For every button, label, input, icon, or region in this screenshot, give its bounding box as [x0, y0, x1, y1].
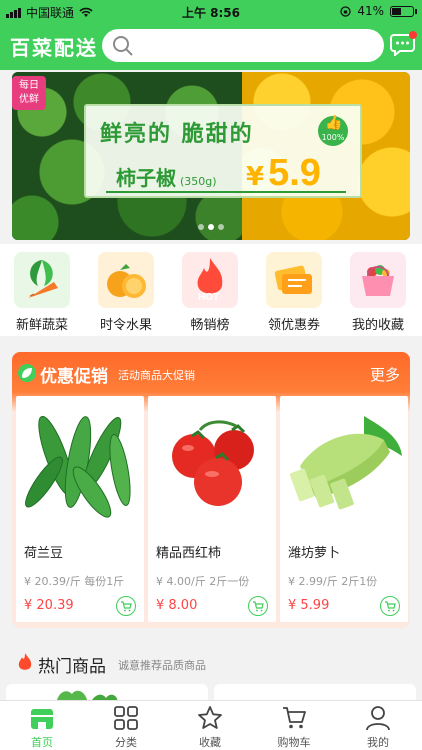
promotion-section: 优惠促销 活动商品大促销 更多 荷兰豆 ¥ 20.39/斤 每份1斤 ¥ 20.…	[12, 352, 410, 628]
product-card[interactable]: 潍坊萝卜 ¥ 2.99/斤 2斤1份 ¥ 5.99	[280, 396, 408, 622]
product-spec: ¥ 20.39/斤 每份1斤	[24, 575, 125, 588]
product-price: ¥ 5.99	[288, 598, 330, 613]
hot-goods-title: 热门商品	[38, 657, 106, 677]
radish-icon	[289, 416, 402, 510]
thumbs-up-icon: 100%	[318, 108, 348, 146]
tab-cart[interactable]: 购物车	[252, 704, 336, 750]
carousel-dot[interactable]	[208, 224, 214, 230]
promotion-subtitle: 活动商品大促销	[118, 369, 195, 382]
carousel-indicator[interactable]	[198, 224, 224, 230]
search-bar[interactable]	[102, 29, 384, 62]
promo-banner[interactable]: 每日 优鲜 鲜亮的 脆甜的 100% 柿子椒 (350g) ¥ 5.9	[12, 72, 410, 240]
product-price: ¥ 20.39	[24, 598, 74, 613]
tab-home[interactable]: 首页	[0, 704, 84, 750]
tab-label: 首页	[31, 736, 53, 749]
product-spec: ¥ 2.99/斤 2斤1份	[288, 575, 378, 588]
basket-icon	[350, 252, 406, 308]
rotation-lock-icon	[340, 5, 351, 17]
coupon-icon	[266, 252, 322, 308]
user-icon	[366, 706, 390, 731]
promotion-more-link[interactable]: 更多	[370, 364, 400, 385]
cart-icon	[283, 707, 306, 729]
cart-icon	[253, 601, 264, 612]
banner-product-weight: (350g)	[180, 175, 217, 188]
tab-label: 我的	[367, 736, 389, 749]
tab-category[interactable]: 分类	[84, 704, 168, 750]
tab-label: 购物车	[277, 736, 311, 749]
star-icon	[198, 706, 222, 729]
status-right: 41%	[340, 4, 417, 18]
home-icon	[31, 709, 53, 729]
bottom-tab-bar: 首页 分类 收藏 购物车 我的	[0, 700, 422, 750]
banner-price: ¥ 5.9	[246, 152, 321, 195]
product-card[interactable]: 荷兰豆 ¥ 20.39/斤 每份1斤 ¥ 20.39	[16, 396, 144, 622]
category-fruits[interactable]: 时令水果	[91, 252, 161, 333]
cart-icon	[121, 601, 132, 612]
tomato-icon	[172, 420, 254, 506]
category-vegetables[interactable]: 新鲜蔬菜	[7, 252, 77, 333]
category-grid-icon	[114, 706, 138, 730]
unread-dot	[409, 31, 417, 39]
status-bar: 中国联通 上午 8:56 41%	[0, 0, 422, 22]
banner-price-value: 5.9	[268, 152, 321, 194]
snow-pea-icon	[25, 415, 131, 518]
carousel-dot[interactable]	[218, 224, 224, 230]
category-label: 时令水果	[99, 318, 152, 333]
daily-fresh-tag-line1: 每日	[19, 80, 39, 91]
product-name: 潍坊萝卜	[288, 546, 341, 561]
hot-goods-subtitle: 诚意推荐品质商品	[118, 659, 206, 672]
product-name: 精品西红柿	[156, 546, 222, 561]
banner-board: 鲜亮的 脆甜的 100% 柿子椒 (350g) ¥ 5.9	[84, 104, 362, 198]
battery-percent: 41%	[357, 4, 384, 18]
daily-fresh-tag: 每日 优鲜	[12, 76, 46, 110]
message-button[interactable]	[390, 31, 417, 58]
quality-badge-text: 100%	[321, 133, 345, 142]
add-to-cart-button[interactable]	[380, 596, 400, 616]
add-to-cart-button[interactable]	[116, 596, 136, 616]
tab-favorites[interactable]: 收藏	[168, 704, 252, 750]
search-input[interactable]	[142, 34, 372, 56]
tab-label: 收藏	[199, 736, 221, 749]
category-label: 畅销榜	[190, 318, 230, 333]
vegetable-icon	[14, 252, 70, 308]
banner-underline	[106, 191, 346, 193]
app-logo: 百菜配送	[10, 36, 98, 60]
app-header: 百菜配送	[0, 22, 422, 70]
category-coupons[interactable]: 领优惠券	[259, 252, 329, 333]
daily-fresh-tag-line2: 优鲜	[19, 94, 39, 105]
carousel-dot[interactable]	[198, 224, 204, 230]
add-to-cart-button[interactable]	[248, 596, 268, 616]
flame-icon	[18, 653, 32, 670]
product-card[interactable]: 精品西红柿 ¥ 4.00/斤 2斤一份 ¥ 8.00	[148, 396, 276, 622]
battery-icon	[390, 5, 417, 17]
product-name: 荷兰豆	[24, 546, 64, 561]
cart-icon	[385, 601, 396, 612]
leaf-icon	[18, 364, 36, 382]
category-bestsellers[interactable]: HOT 畅销榜	[175, 252, 245, 333]
banner-currency: ¥	[246, 162, 265, 192]
orange-fruit-icon	[98, 252, 154, 308]
svg-text:HOT: HOT	[198, 292, 219, 303]
search-icon	[113, 36, 133, 56]
product-spec: ¥ 4.00/斤 2斤一份	[156, 575, 250, 588]
category-nav: 新鲜蔬菜 时令水果 HOT 畅销榜 领优惠券 我的收藏	[0, 244, 422, 336]
hot-flame-icon: HOT	[182, 252, 238, 308]
banner-product: 柿子椒 (350g)	[116, 162, 217, 191]
tab-me[interactable]: 我的	[336, 704, 420, 750]
category-label: 我的收藏	[351, 318, 404, 333]
hot-goods-header: 热门商品 诚意推荐品质商品	[0, 640, 422, 684]
category-label: 领优惠券	[267, 318, 320, 333]
category-label: 新鲜蔬菜	[15, 318, 68, 333]
promotion-title: 优惠促销	[40, 367, 108, 387]
banner-product-name: 柿子椒	[116, 166, 176, 190]
category-favorites[interactable]: 我的收藏	[343, 252, 413, 333]
promotion-header: 优惠促销 活动商品大促销 更多	[12, 352, 410, 394]
product-price: ¥ 8.00	[156, 598, 198, 613]
tab-label: 分类	[115, 736, 137, 749]
banner-headline: 鲜亮的 脆甜的	[100, 122, 254, 147]
